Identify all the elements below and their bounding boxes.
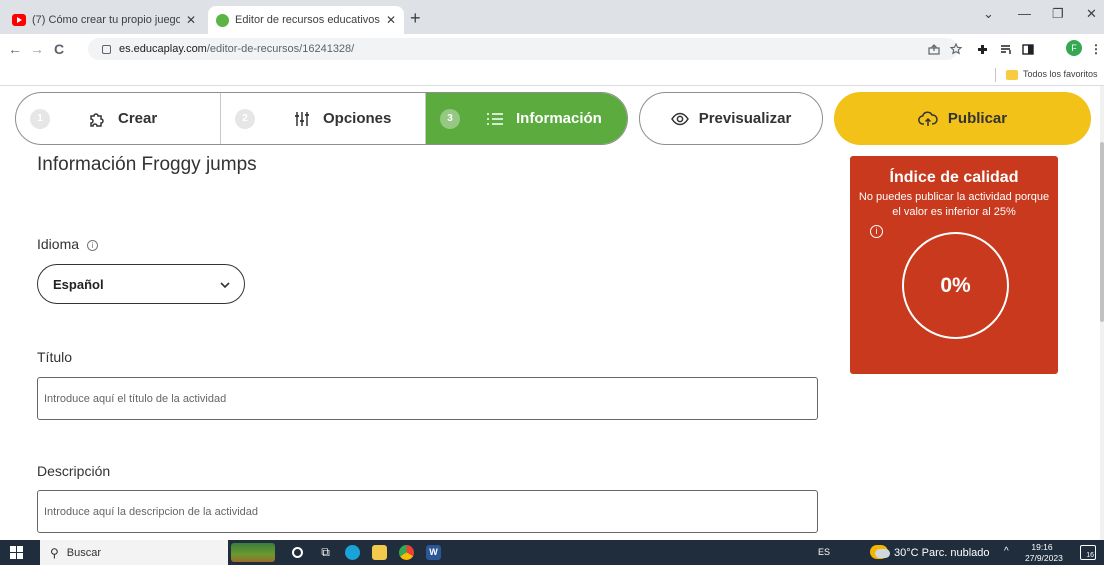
step-label: Información <box>516 110 602 127</box>
eye-icon <box>670 112 689 125</box>
language-select[interactable]: Español <box>37 264 245 304</box>
preview-button[interactable]: Previsualizar <box>639 92 823 145</box>
reading-list-icon[interactable] <box>1000 44 1013 55</box>
clock-date: 27/9/2023 <box>1025 553 1063 563</box>
educaplay-icon <box>216 13 229 27</box>
folder-icon <box>1006 70 1018 80</box>
description-input[interactable]: Introduce aquí la descripcion de la acti… <box>37 490 818 533</box>
quality-gauge: 0% <box>902 232 1009 339</box>
close-window-button[interactable]: ✕ <box>1086 6 1097 22</box>
back-icon[interactable]: ← <box>8 41 22 57</box>
description-label: Descripción <box>37 463 111 479</box>
step-label: Crear <box>118 110 158 127</box>
new-tab-button[interactable]: + <box>410 8 421 29</box>
address-bar[interactable]: es.educaplay.com/editor-de-recursos/1624… <box>88 38 958 60</box>
task-view-icon[interactable]: ⧉ <box>318 545 333 560</box>
file-explorer-icon[interactable] <box>372 545 387 560</box>
input-language[interactable]: ES <box>818 547 830 557</box>
youtube-icon <box>12 14 26 26</box>
restore-button[interactable]: ❐ <box>1052 6 1064 22</box>
publish-button[interactable]: Publicar <box>834 92 1091 145</box>
chevron-down-icon <box>220 282 230 289</box>
step-number: 1 <box>30 108 50 129</box>
puzzle-icon <box>90 112 104 127</box>
language-value: Español <box>53 276 104 292</box>
tab-search-icon[interactable]: ⌄ <box>983 6 994 22</box>
edge-icon[interactable] <box>345 545 360 560</box>
windows-taskbar: ⚲ Buscar ⧉ W ES 30°C Parc. nublado ^ 19:… <box>0 540 1104 565</box>
word-icon[interactable]: W <box>426 545 441 560</box>
extensions-icon[interactable] <box>976 43 989 55</box>
url-host: es.educaplay.com <box>119 43 207 55</box>
quality-message: No puedes publicar la actividad porque e… <box>858 191 1050 218</box>
lock-icon[interactable] <box>102 44 111 54</box>
browser-toolbar: ← → C es.educaplay.com/editor-de-recurso… <box>0 34 1104 64</box>
browser-tab-strip: (7) Cómo crear tu propio juego d ✕ Edito… <box>0 0 1104 34</box>
quality-title: Índice de calidad <box>889 169 1019 186</box>
browser-tab-youtube[interactable]: (7) Cómo crear tu propio juego d ✕ <box>4 6 204 34</box>
notification-count: 16 <box>1086 552 1094 559</box>
search-icon: ⚲ <box>50 545 59 560</box>
page-title: Información Froggy jumps <box>37 154 257 175</box>
language-label-row: Idioma i <box>37 236 99 252</box>
weather-icon[interactable] <box>870 545 890 559</box>
list-icon <box>487 112 503 125</box>
info-icon[interactable]: i <box>87 239 99 251</box>
profile-avatar[interactable]: F <box>1066 40 1082 56</box>
minimize-button[interactable]: — <box>1018 6 1031 21</box>
taskbar-search-label: Buscar <box>66 546 102 559</box>
tab-title: Editor de recursos educativos: <box>235 14 380 26</box>
tray-overflow-icon[interactable]: ^ <box>1004 546 1009 557</box>
step-crear[interactable]: 1 Crear <box>16 93 221 144</box>
star-icon[interactable] <box>950 43 962 55</box>
sliders-icon <box>295 111 309 126</box>
reload-icon[interactable]: C <box>54 41 64 57</box>
title-label: Título <box>37 349 73 365</box>
weather-text[interactable]: 30°C Parc. nublado <box>894 547 990 559</box>
side-panel-icon[interactable] <box>1022 44 1034 55</box>
taskbar-search-box[interactable]: ⚲ Buscar <box>40 540 228 565</box>
clock-time: 19:16 <box>1031 542 1053 552</box>
cortana-icon[interactable] <box>292 547 303 558</box>
page-content: 1 Crear 2 Opciones 3 Información Previsu… <box>0 86 1104 540</box>
step-navigation: 1 Crear 2 Opciones 3 Información <box>15 92 628 145</box>
publish-label: Publicar <box>947 110 1008 127</box>
forward-icon[interactable]: → <box>30 41 44 57</box>
info-icon[interactable]: i <box>870 225 883 238</box>
tab-title: (7) Cómo crear tu propio juego d <box>32 14 180 26</box>
quality-index-panel: Índice de calidad No puedes publicar la … <box>850 156 1058 374</box>
quality-value: 0% <box>940 273 971 297</box>
step-number: 3 <box>440 108 460 129</box>
windows-start-icon[interactable] <box>10 546 23 559</box>
chrome-icon[interactable] <box>399 545 414 560</box>
url-path: /editor-de-recursos/16241328/ <box>206 43 355 55</box>
share-icon[interactable] <box>928 44 940 55</box>
preview-label: Previsualizar <box>698 110 792 127</box>
step-label: Opciones <box>323 110 392 127</box>
kebab-menu-icon[interactable]: ⋮ <box>1090 42 1102 56</box>
bookmarks-separator <box>995 68 996 82</box>
cloud-upload-icon <box>918 111 938 126</box>
page-scrollbar[interactable] <box>1100 86 1104 540</box>
step-number: 2 <box>235 108 255 129</box>
notifications-icon[interactable]: 16 <box>1080 545 1096 560</box>
search-highlight-image[interactable] <box>231 543 275 562</box>
all-bookmarks-link[interactable]: Todos los favoritos <box>1023 69 1098 79</box>
scrollbar-thumb[interactable] <box>1100 142 1104 322</box>
taskbar-clock[interactable]: 19:16 27/9/2023 <box>1025 542 1063 564</box>
close-tab-icon[interactable]: ✕ <box>386 13 396 27</box>
step-informacion[interactable]: 3 Información <box>426 93 627 144</box>
close-tab-icon[interactable]: ✕ <box>186 13 196 27</box>
browser-tab-educaplay[interactable]: Editor de recursos educativos: ✕ <box>208 6 404 34</box>
language-label: Idioma <box>37 236 80 252</box>
bookmarks-bar: Todos los favoritos <box>0 64 1104 86</box>
title-input[interactable]: Introduce aquí el título de la actividad <box>37 377 818 420</box>
step-opciones[interactable]: 2 Opciones <box>221 93 426 144</box>
